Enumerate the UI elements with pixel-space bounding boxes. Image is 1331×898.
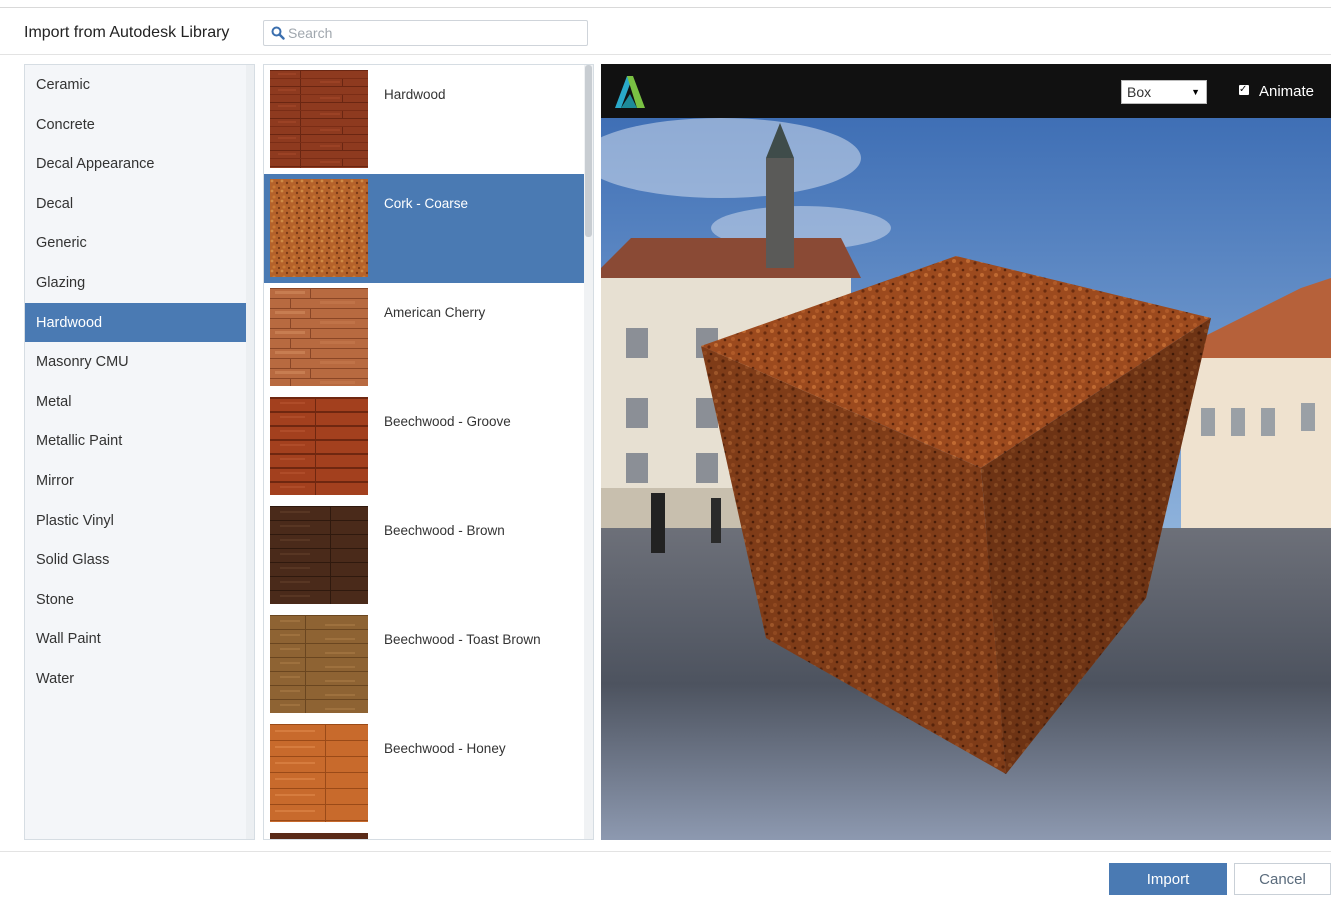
material-thumbnail: [270, 724, 368, 822]
category-item-ceramic[interactable]: Ceramic: [25, 65, 246, 105]
material-thumbnail: [270, 615, 368, 713]
material-thumbnail: [270, 397, 368, 495]
material-thumbnail: [270, 70, 368, 168]
footer-divider: [0, 851, 1331, 852]
category-list: Ceramic Concrete Decal Appearance Decal …: [25, 65, 246, 699]
material-item-beechwood-brown[interactable]: Beechwood - Brown: [264, 501, 584, 610]
material-item-beechwood-honey[interactable]: Beechwood - Honey: [264, 719, 584, 828]
material-thumbnail: [270, 179, 368, 277]
material-preview[interactable]: Box ▼ Animate: [601, 64, 1331, 840]
category-panel: Ceramic Concrete Decal Appearance Decal …: [24, 64, 255, 840]
material-label: Beechwood - Groove: [384, 414, 511, 429]
material-label: Cork - Coarse: [384, 196, 469, 211]
material-label: Beechwood - Honey: [384, 741, 506, 756]
header-divider: [0, 54, 1331, 55]
material-label: Beechwood - Toast Brown: [384, 632, 541, 647]
category-item-masonry-cmu[interactable]: Masonry CMU: [25, 342, 246, 382]
import-button[interactable]: Import: [1109, 863, 1227, 895]
material-scrollbar-thumb[interactable]: [585, 65, 592, 237]
material-thumbnail: [270, 288, 368, 386]
preview-toolbar: Box ▼ Animate: [601, 64, 1331, 118]
material-thumbnail: [270, 833, 368, 839]
category-item-wall-paint[interactable]: Wall Paint: [25, 619, 246, 659]
category-item-glazing[interactable]: Glazing: [25, 263, 246, 303]
cancel-button[interactable]: Cancel: [1234, 863, 1331, 895]
search-input[interactable]: [288, 21, 578, 45]
category-item-metallic-paint[interactable]: Metallic Paint: [25, 421, 246, 461]
category-item-generic[interactable]: Generic: [25, 223, 246, 263]
category-scrollbar[interactable]: [246, 65, 254, 839]
material-label: Hardwood: [384, 87, 446, 102]
material-thumbnail: [270, 506, 368, 604]
preview-shape-select[interactable]: Box ▼: [1121, 80, 1207, 104]
material-item-cork-coarse[interactable]: Cork - Coarse: [264, 174, 584, 283]
material-item-beechwood-toast-brown[interactable]: Beechwood - Toast Brown: [264, 610, 584, 719]
category-item-decal-appearance[interactable]: Decal Appearance: [25, 144, 246, 184]
preview-shape-value: Box: [1127, 84, 1152, 100]
search-box[interactable]: [263, 20, 588, 46]
material-item-partial[interactable]: [264, 828, 584, 839]
category-item-metal[interactable]: Metal: [25, 382, 246, 422]
material-scrollbar[interactable]: [584, 65, 593, 839]
category-item-water[interactable]: Water: [25, 659, 246, 699]
material-label: Beechwood - Brown: [384, 523, 505, 538]
preview-scene: [601, 118, 1331, 840]
category-item-decal[interactable]: Decal: [25, 184, 246, 224]
material-item-hardwood[interactable]: Hardwood: [264, 65, 584, 174]
material-item-american-cherry[interactable]: American Cherry: [264, 283, 584, 392]
autodesk-logo-icon: [615, 76, 645, 108]
animate-toggle[interactable]: Animate: [1239, 80, 1315, 102]
category-item-hardwood[interactable]: Hardwood: [25, 302, 246, 343]
material-label: American Cherry: [384, 305, 486, 320]
dialog-title: Import from Autodesk Library: [24, 24, 230, 41]
dropdown-arrow-icon: ▼: [1191, 87, 1200, 97]
animate-label: Animate: [1259, 83, 1315, 100]
category-item-solid-glass[interactable]: Solid Glass: [25, 540, 246, 580]
search-icon: [271, 26, 285, 40]
material-panel: Hardwood Cork - Coarse American Cherry B…: [263, 64, 594, 840]
material-item-beechwood-groove[interactable]: Beechwood - Groove: [264, 392, 584, 501]
category-item-concrete[interactable]: Concrete: [25, 105, 246, 145]
category-item-plastic-vinyl[interactable]: Plastic Vinyl: [25, 501, 246, 541]
category-item-mirror[interactable]: Mirror: [25, 461, 246, 501]
top-divider: [0, 7, 1331, 8]
category-item-stone[interactable]: Stone: [25, 580, 246, 620]
animate-checkbox[interactable]: [1239, 80, 1249, 100]
